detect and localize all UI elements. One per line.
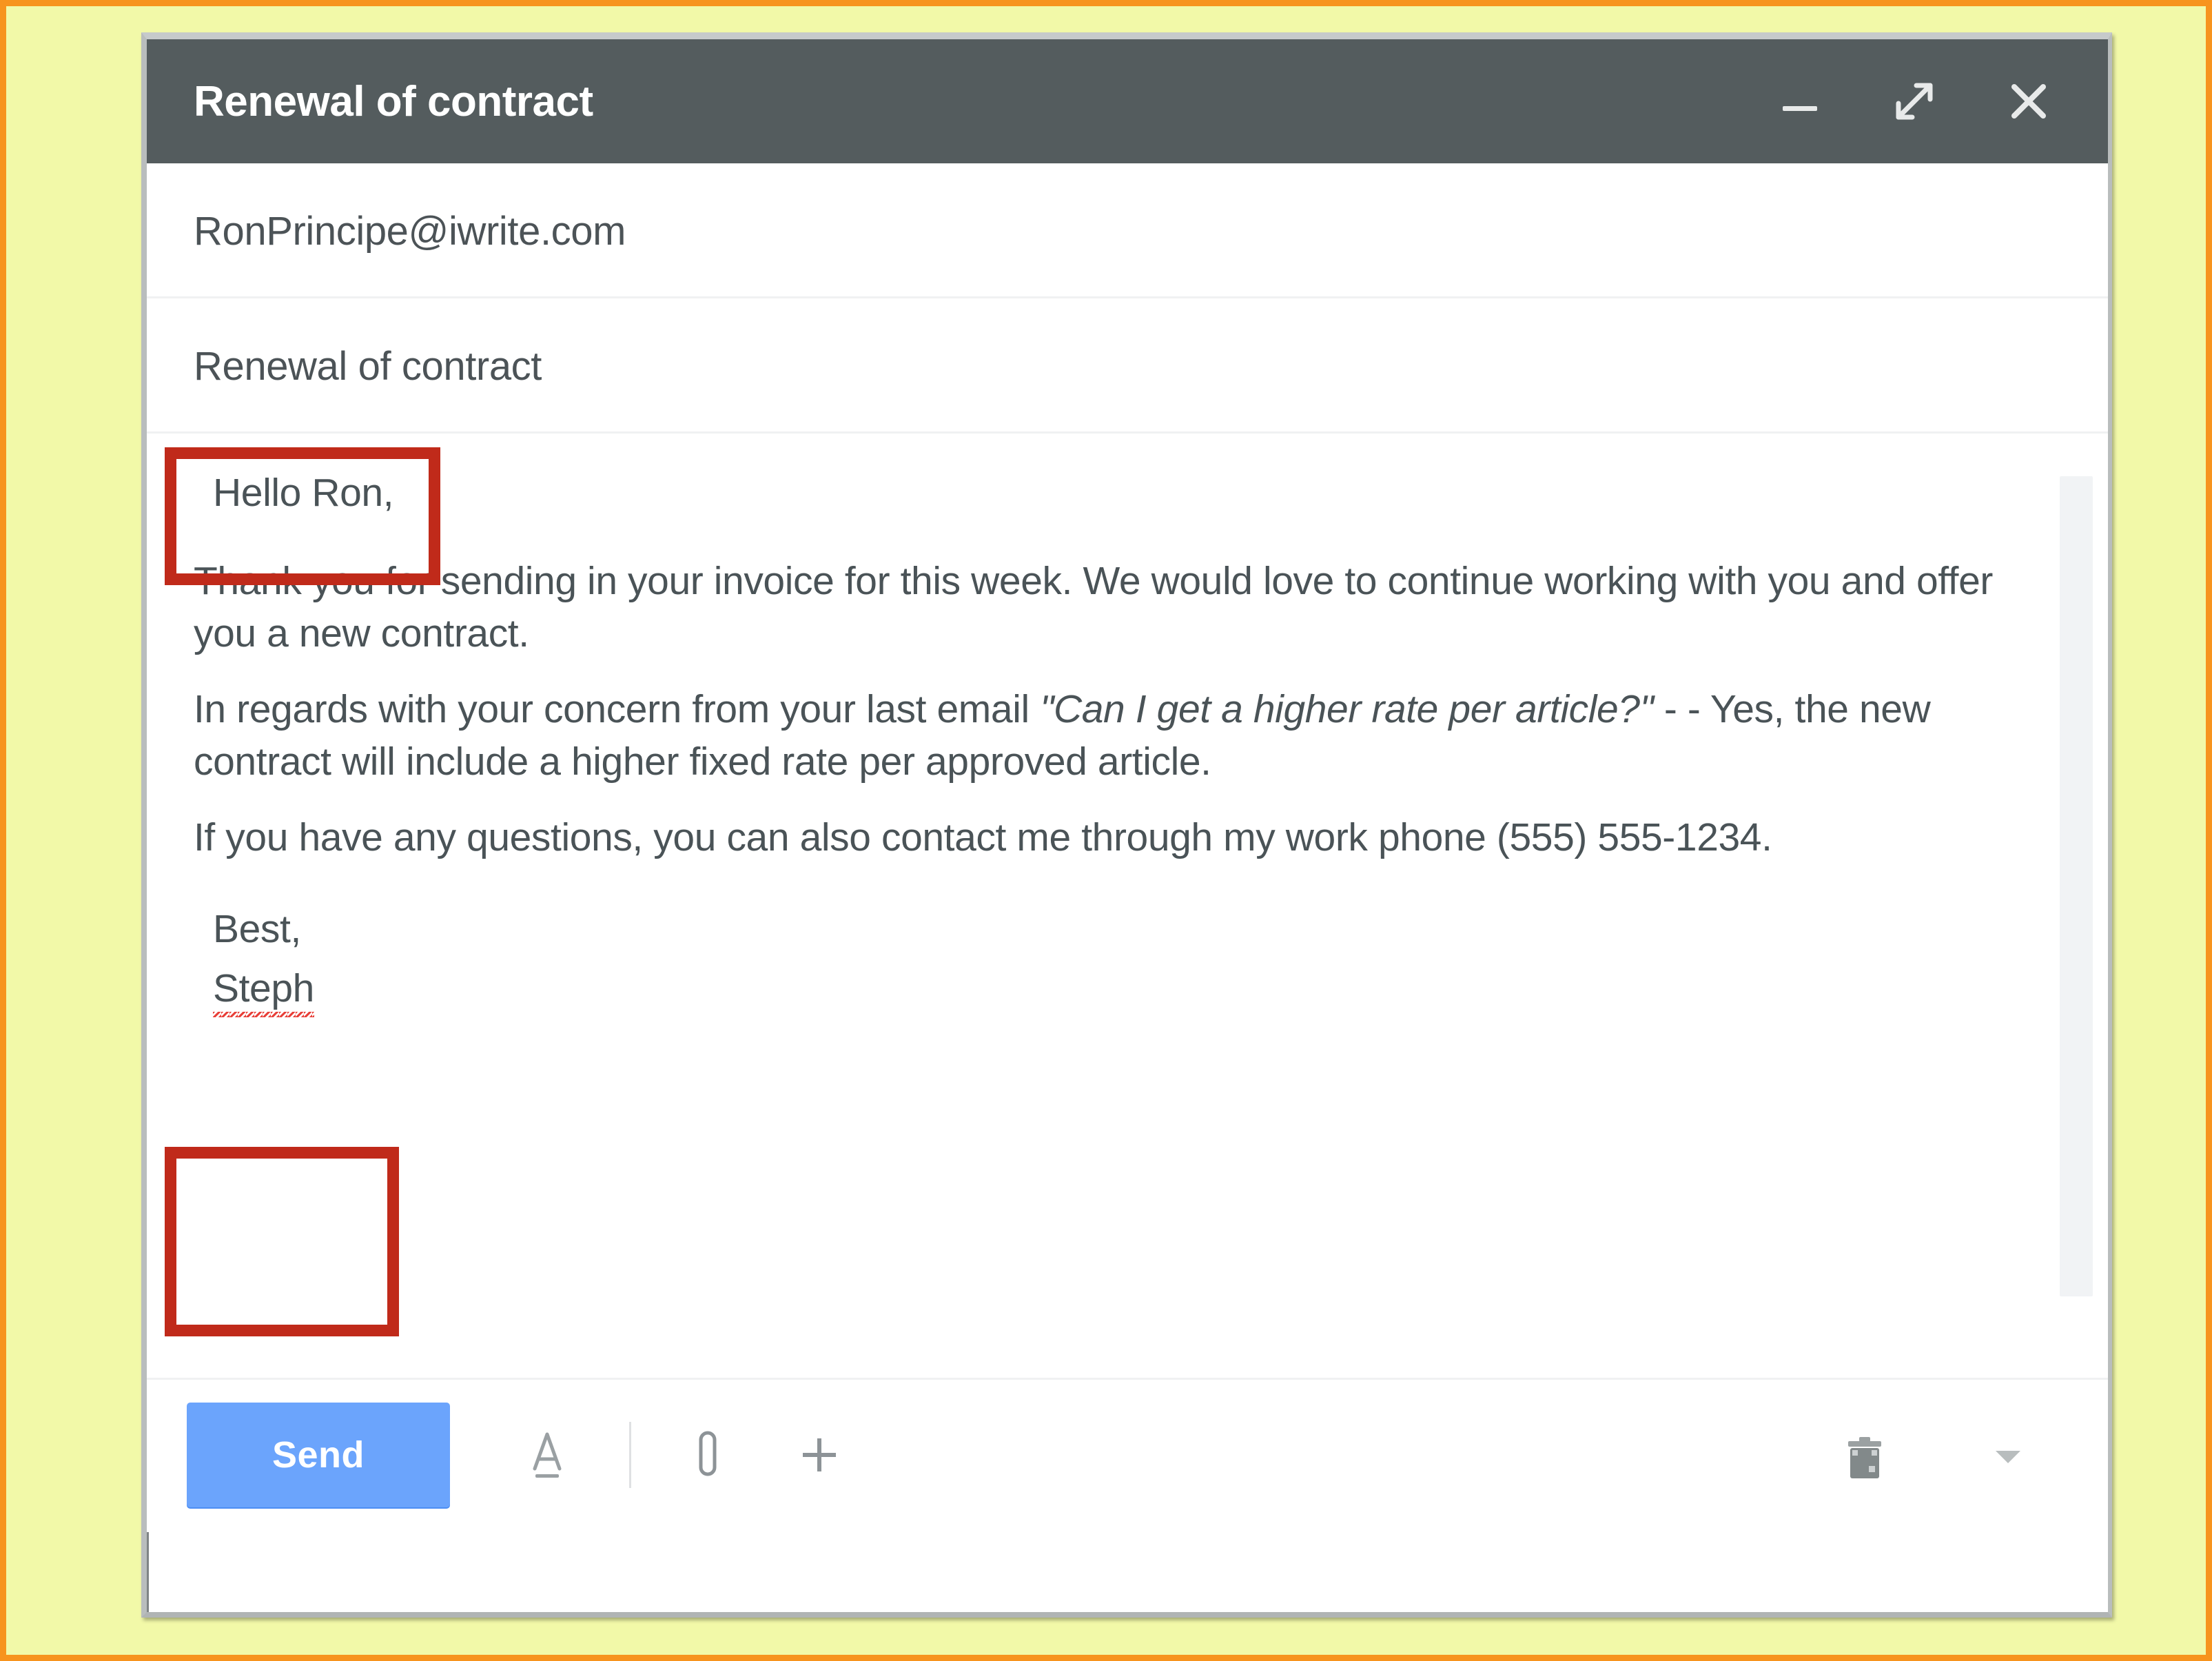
- message-body[interactable]: Hello Ron, Thank you for sending in your…: [147, 434, 2108, 1378]
- toolbar-divider: [147, 1378, 2108, 1380]
- minimize-icon[interactable]: [1774, 76, 1825, 127]
- format-text-icon[interactable]: [509, 1417, 585, 1493]
- body-signoff-line-1: Best,: [213, 907, 301, 951]
- body-paragraph-2: In regards with your concern from your l…: [194, 683, 2025, 788]
- toolbar-right-actions: [1827, 1417, 2053, 1493]
- discard-draft-icon[interactable]: [1827, 1417, 1903, 1493]
- subject-field[interactable]: Renewal of contract: [147, 298, 2108, 434]
- body-paragraph-3: If you have any questions, you can also …: [194, 815, 1772, 859]
- toolbar-separator: [629, 1422, 631, 1488]
- attach-file-icon[interactable]: [670, 1417, 746, 1493]
- body-paragraph-1: Thank you for sending in your invoice fo…: [194, 559, 1994, 655]
- fullscreen-icon[interactable]: [1889, 76, 1940, 127]
- recipient-value: RonPrincipe@iwrite.com: [194, 208, 626, 254]
- misspelled-word: Steph: [213, 966, 314, 1017]
- body-paragraph-2-lead: In regards with your concern from your l…: [194, 687, 1041, 731]
- more-options-icon[interactable]: [1970, 1417, 2046, 1493]
- body-scrollbar[interactable]: [2060, 476, 2093, 1296]
- window-title: Renewal of contract: [194, 77, 593, 125]
- page-frame: Renewal of contract RonPrincipe@iwrite.c…: [0, 0, 2212, 1661]
- send-button[interactable]: Send: [187, 1403, 450, 1507]
- compose-toolbar: Send: [147, 1378, 2108, 1532]
- insert-more-icon[interactable]: [781, 1417, 857, 1493]
- annotation-box-signoff: [165, 1147, 399, 1336]
- compose-title-bar: Renewal of contract: [147, 39, 2108, 163]
- body-signoff-line-2: Steph: [194, 959, 2025, 1018]
- body-paragraph-2-quote: "Can I get a higher rate per article?": [1040, 687, 1654, 731]
- subject-value: Renewal of contract: [194, 343, 542, 389]
- close-icon[interactable]: [2003, 76, 2054, 127]
- body-greeting: Hello Ron,: [213, 471, 394, 515]
- window-controls: [1774, 76, 2067, 127]
- recipient-field[interactable]: RonPrincipe@iwrite.com: [147, 163, 2108, 298]
- compose-window: Renewal of contract RonPrincipe@iwrite.c…: [141, 32, 2112, 1618]
